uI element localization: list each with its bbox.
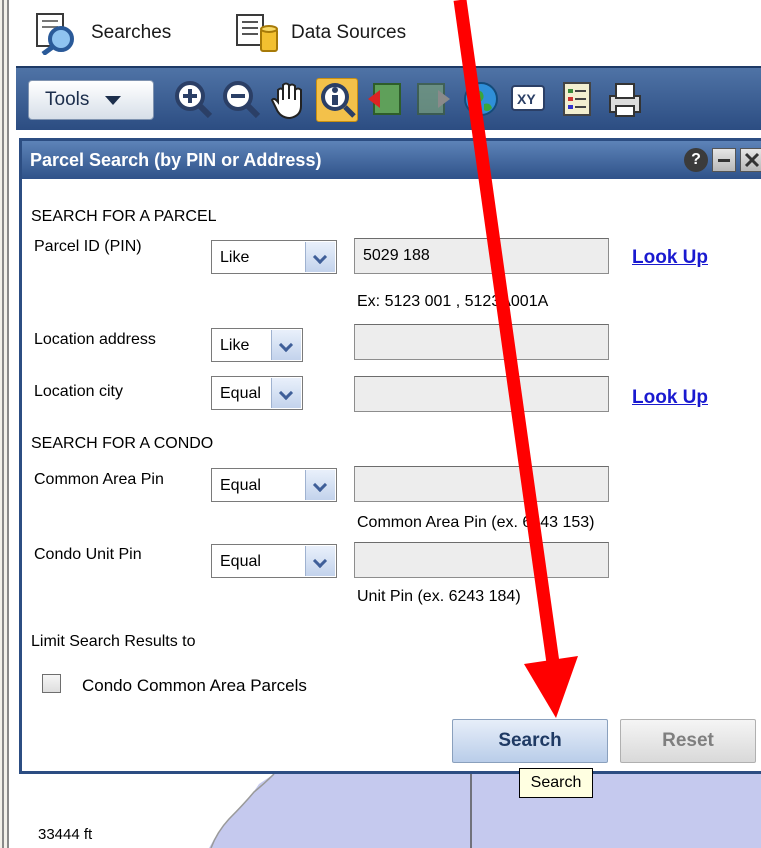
pin-operator-value: Like: [220, 249, 250, 266]
address-label: Location address: [34, 331, 156, 348]
tab-data-sources[interactable]: Data Sources: [233, 10, 406, 56]
panel-title-bar: Parcel Search (by PIN or Address) ?: [22, 141, 761, 179]
condo-unit-label: Condo Unit Pin: [34, 546, 142, 563]
address-operator-select[interactable]: Like: [211, 328, 303, 362]
condo-common-area-checkbox-label: Condo Common Area Parcels: [82, 676, 307, 695]
condo-unit-hint: Unit Pin (ex. 6243 184): [357, 588, 521, 605]
identify-info-icon[interactable]: [316, 78, 358, 122]
common-area-operator-value: Equal: [220, 477, 261, 494]
chevron-down-icon: [271, 330, 301, 360]
map-view[interactable]: 33444 ft: [19, 774, 761, 848]
pin-hint: Ex: 5123 001 , 5123A001A: [357, 293, 549, 310]
tools-dropdown-button[interactable]: Tools: [28, 80, 154, 120]
window-left-border: [0, 0, 9, 848]
pan-hand-icon[interactable]: [268, 78, 310, 122]
tab-searches[interactable]: Searches: [33, 10, 172, 57]
map-canvas: [209, 774, 761, 848]
search-magnifier-icon: [33, 11, 81, 57]
condo-unit-input[interactable]: [354, 542, 609, 578]
parcel-section-heading: SEARCH FOR A PARCEL: [31, 208, 217, 225]
svg-text:XY: XY: [517, 91, 536, 107]
address-input[interactable]: [354, 324, 609, 360]
reset-button[interactable]: Reset: [620, 719, 756, 763]
tab-data-sources-label: Data Sources: [291, 22, 407, 43]
chevron-down-icon: [271, 378, 301, 408]
common-area-operator-select[interactable]: Equal: [211, 468, 337, 502]
limit-heading: Limit Search Results to: [31, 633, 196, 650]
city-input[interactable]: [354, 376, 609, 412]
common-area-hint: Common Area Pin (ex. 6243 153): [357, 514, 595, 531]
city-label: Location city: [34, 383, 123, 400]
tab-searches-label: Searches: [91, 22, 172, 43]
chevron-down-icon: [305, 470, 335, 500]
panel-title: Parcel Search (by PIN or Address): [30, 149, 322, 170]
database-icon: [233, 11, 281, 55]
city-operator-select[interactable]: Equal: [211, 376, 303, 410]
close-icon[interactable]: [740, 148, 761, 172]
help-icon[interactable]: ?: [684, 148, 708, 172]
search-tooltip: Search: [519, 768, 593, 798]
previous-extent-icon[interactable]: [364, 78, 406, 122]
pin-operator-select[interactable]: Like: [211, 240, 337, 274]
map-scale-label: 33444 ft: [38, 826, 93, 843]
next-extent-icon[interactable]: [412, 78, 454, 122]
condo-unit-operator-value: Equal: [220, 553, 261, 570]
chevron-down-icon: [105, 95, 122, 105]
search-button[interactable]: Search: [452, 719, 608, 763]
legend-list-icon[interactable]: [556, 78, 598, 122]
print-icon[interactable]: [604, 78, 646, 122]
full-extent-globe-icon[interactable]: [460, 78, 502, 122]
city-operator-value: Equal: [220, 385, 261, 402]
condo-section-heading: SEARCH FOR A CONDO: [31, 435, 214, 452]
condo-unit-operator-select[interactable]: Equal: [211, 544, 337, 578]
pin-input[interactable]: [354, 238, 609, 274]
zoom-out-icon[interactable]: [220, 78, 262, 122]
tools-label: Tools: [45, 89, 90, 110]
map-toolbar: Tools XY: [16, 66, 761, 130]
common-area-input[interactable]: [354, 466, 609, 502]
pin-lookup-link[interactable]: Look Up: [632, 247, 708, 269]
zoom-in-icon[interactable]: [172, 78, 214, 122]
pin-label: Parcel ID (PIN): [34, 238, 142, 255]
city-lookup-link[interactable]: Look Up: [632, 387, 708, 409]
minimize-icon[interactable]: [712, 148, 736, 172]
xy-coordinate-icon[interactable]: XY: [508, 78, 550, 122]
condo-common-area-checkbox[interactable]: [42, 674, 61, 693]
top-tab-bar: Searches Data Sources: [11, 0, 761, 62]
chevron-down-icon: [305, 546, 335, 576]
parcel-search-panel: Parcel Search (by PIN or Address) ? SEAR…: [19, 138, 761, 774]
common-area-label: Common Area Pin: [34, 471, 164, 488]
address-operator-value: Like: [220, 337, 250, 354]
chevron-down-icon: [305, 242, 335, 272]
